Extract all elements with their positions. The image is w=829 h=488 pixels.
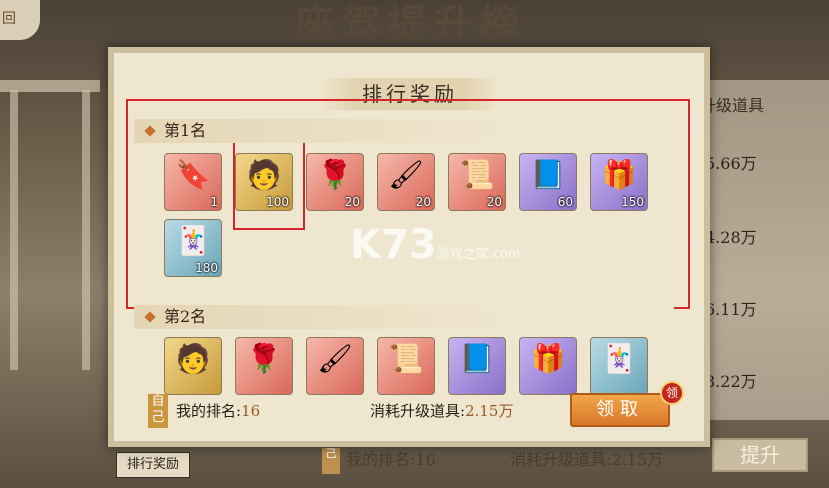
background-rank-text: 我的排名:16 [346,450,436,469]
item-count: 20 [415,195,431,209]
upgrade-button[interactable]: 提升 [712,438,808,472]
section-rank-1: 第1名 [134,119,674,143]
section-label: 第1名 [164,121,207,140]
cost-label: 消耗升级道具: [370,402,466,420]
ranking-value: 5.66万 [705,154,757,173]
item-count: 20 [344,195,360,209]
reward-item[interactable]: 📘 60 [519,153,577,211]
gift-box-icon: 🎁 [530,342,566,375]
reward-item[interactable]: 🌹 [235,337,293,395]
claim-button[interactable]: 领取 [570,393,670,427]
my-rank-value: 16 [241,402,261,420]
scroll-stick-icon: 📜 [388,342,424,375]
ranking-value: 4.28万 [705,228,757,247]
claim-badge: 领 [660,381,684,405]
watermark: K73游戏之家.com [350,222,521,268]
reward-item[interactable]: 🔖 1 [164,153,222,211]
ranking-value: 6.11万 [705,300,757,319]
reward-item[interactable]: 🃏 [590,337,648,395]
self-badge: 自己 [148,394,168,428]
item-count: 180 [195,261,218,275]
reward-item[interactable]: 🧑 100 [235,153,293,211]
reward-item[interactable]: 🎁 150 [590,153,648,211]
tab-rank-rewards[interactable]: 排行奖励 [116,452,190,478]
item-count: 1 [210,195,218,209]
reward-item[interactable]: 📜 [377,337,435,395]
watermark-brand: K73 [350,222,437,268]
gift-box-icon: 🎁 [601,158,637,191]
item-count: 150 [621,195,644,209]
my-rank: 我的排名:16 [176,400,260,421]
blue-book-icon: 📘 [530,158,566,191]
diamond-icon [144,311,156,323]
reward-item[interactable]: 🎁 [519,337,577,395]
background-title: 座驾提升榜 [295,1,525,48]
score-card-icon: 🃏 [601,342,637,375]
character-card-icon: 🧑 [175,342,211,375]
cost-value: 2.15万 [465,402,514,420]
watermark-sub: 游戏之家 [436,247,489,262]
gate-decoration [10,90,90,370]
diamond-icon [144,125,156,137]
reward-item[interactable]: 🌹 20 [306,153,364,211]
reward-item[interactable]: 🖌 [306,337,364,395]
scroll-stick-icon: 📜 [459,158,495,191]
item-count: 100 [266,195,289,209]
rose-dome-icon: 🌹 [317,158,353,191]
background-self-badge: 己 [322,448,340,474]
blue-book-icon: 📘 [459,342,495,375]
my-rank-label: 我的排名: [176,402,242,420]
back-corner[interactable]: 回 [0,0,40,40]
watermark-domain: .com [488,247,521,262]
reward-item[interactable]: 🧑 [164,337,222,395]
brush-icon: 🖌 [317,342,353,375]
brush-icon: 🖌 [388,158,424,191]
ranking-value: 8.22万 [705,372,757,391]
background-cost-text: 消耗升级道具:2.15万 [510,450,664,469]
item-count: 20 [486,195,502,209]
score-card-icon: 🃏 [175,224,211,257]
character-card-icon: 🧑 [246,158,282,191]
cost: 消耗升级道具:2.15万 [370,400,513,421]
section-rank-2: 第2名 [134,305,674,329]
reward-item[interactable]: 🖌 20 [377,153,435,211]
reward-item[interactable]: 🃏 180 [164,219,222,277]
reward-item[interactable]: 📜 20 [448,153,506,211]
my-rank-bar: 自己 我的排名:16 消耗升级道具:2.15万 领取 领 [140,381,690,430]
section-label: 第2名 [164,307,207,326]
item-count: 60 [557,195,573,209]
mount-token-icon: 🔖 [175,158,211,191]
rose-dome-icon: 🌹 [246,342,282,375]
reward-item[interactable]: 📘 [448,337,506,395]
